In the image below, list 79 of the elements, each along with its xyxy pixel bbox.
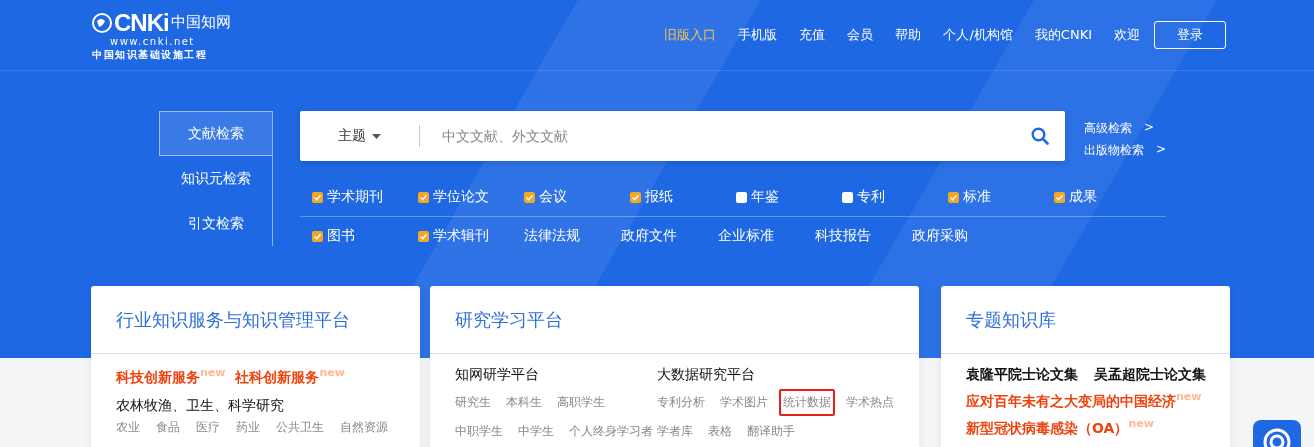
category-link[interactable]: 自然资源 bbox=[340, 418, 388, 436]
check-icon bbox=[1055, 192, 1064, 202]
category-link[interactable]: 食品 bbox=[156, 418, 180, 436]
nav-link[interactable]: 帮助 bbox=[895, 26, 922, 44]
category-heading: 农林牧渔、卫生、科学研究 bbox=[116, 396, 285, 415]
category-link[interactable]: 农业 bbox=[116, 418, 140, 436]
platform-link[interactable]: 表格 bbox=[704, 418, 736, 445]
resource-checkbox[interactable]: 成果 bbox=[1054, 188, 1160, 206]
search-link[interactable]: 高级检索 > bbox=[1084, 120, 1167, 137]
check-icon bbox=[949, 192, 958, 202]
resource-checkbox[interactable]: 学术期刊 bbox=[312, 188, 418, 206]
platform-heading: 知网研学平台 bbox=[455, 366, 540, 384]
collection-link[interactable]: 吴孟超院士论文集 bbox=[1094, 366, 1206, 384]
platform-link[interactable]: 本科生 bbox=[502, 389, 546, 416]
resource-checkbox[interactable]: 会议 bbox=[524, 188, 630, 206]
check-icon bbox=[419, 192, 428, 202]
logo-url: www.cnki.net bbox=[110, 35, 196, 48]
search-tab[interactable]: 知识元检索 bbox=[159, 156, 272, 201]
caret-icon bbox=[372, 133, 381, 139]
check-icon bbox=[525, 192, 534, 202]
check-icon bbox=[313, 192, 322, 202]
service-link[interactable]: 科技创新服务$^{new}$ bbox=[116, 366, 226, 387]
platform-link[interactable]: 研究生 bbox=[451, 389, 495, 416]
platform-heading: 大数据研究平台 bbox=[657, 366, 756, 384]
nav-link[interactable]: 我的CNKI bbox=[1034, 26, 1092, 44]
nav-link[interactable]: 会员 bbox=[847, 26, 874, 44]
topic-link[interactable]: 应对百年未有之大变局的中国经济$^{new}$ bbox=[966, 390, 1205, 411]
card-title: 专题知识库 bbox=[966, 307, 1056, 332]
search-tab[interactable]: 文献检索 bbox=[159, 111, 272, 156]
resource-checkbox[interactable]: 学位论文 bbox=[418, 188, 524, 206]
card-title: 研究学习平台 bbox=[455, 307, 563, 332]
resource-link[interactable]: 企业标准 bbox=[718, 227, 815, 245]
resource-checkbox[interactable]: 报纸 bbox=[630, 188, 736, 206]
logo-mark: CNKi bbox=[114, 9, 169, 36]
service-link[interactable]: 社科创新服务$^{new}$ bbox=[235, 366, 345, 387]
search-field[interactable]: 主题 中文文献、外文文献 bbox=[300, 111, 1065, 161]
check-icon bbox=[419, 231, 428, 241]
field-dropdown[interactable]: 主题 bbox=[300, 126, 419, 146]
platform-link[interactable]: 学术热点 bbox=[842, 389, 898, 416]
nav-link[interactable]: 个人/机构馆 bbox=[943, 26, 1013, 44]
welcome-text: 欢迎 bbox=[1114, 26, 1140, 44]
collection-link[interactable]: 袁隆平院士论文集 bbox=[966, 366, 1078, 384]
resource-checkbox[interactable]: 图书 bbox=[312, 227, 418, 245]
resource-link[interactable]: 政府采购 bbox=[912, 227, 1009, 245]
new-label: new bbox=[200, 366, 226, 379]
logo-tagline: 中国知识基础设施工程 bbox=[92, 47, 208, 61]
search-icon bbox=[1031, 127, 1049, 145]
platform-link[interactable]: 专利分析 bbox=[653, 389, 709, 416]
nav-link[interactable]: 旧版入口 bbox=[664, 26, 717, 44]
category-link[interactable]: 公共卫生 bbox=[276, 418, 324, 436]
resource-link[interactable]: 科技报告 bbox=[815, 227, 912, 245]
platform-link[interactable]: 统计数据 bbox=[779, 389, 835, 416]
resource-link[interactable]: 法律法规 bbox=[524, 227, 621, 245]
new-label: new bbox=[1128, 416, 1154, 430]
topic-link[interactable]: 新型冠状病毒感染（OA）$^{new}$ bbox=[966, 416, 1205, 438]
globe-icon bbox=[92, 12, 112, 33]
platform-link[interactable]: 翻译助手 bbox=[743, 418, 799, 445]
check-icon bbox=[313, 231, 322, 241]
card-title: 行业知识服务与知识管理平台 bbox=[116, 307, 350, 332]
search-link[interactable]: 出版物检索 > bbox=[1084, 142, 1167, 159]
login-button[interactable]: 登录 bbox=[1154, 21, 1226, 49]
logo-name: 中国知网 bbox=[170, 13, 231, 32]
resource-checkbox[interactable]: 专利 bbox=[842, 188, 948, 206]
resource-checkbox[interactable]: 年鉴 bbox=[736, 188, 842, 206]
category-link[interactable]: 医疗 bbox=[196, 418, 220, 436]
resource-checkbox[interactable]: 学术辑刊 bbox=[418, 227, 524, 245]
platform-link[interactable]: 中学生 bbox=[514, 418, 558, 445]
platform-link[interactable]: 中职学生 bbox=[451, 418, 507, 445]
platform-link[interactable]: 高职学生 bbox=[553, 389, 609, 416]
nav-link[interactable]: 充值 bbox=[799, 26, 826, 44]
nav-link[interactable]: 手机版 bbox=[738, 26, 778, 44]
platform-link[interactable]: 学术图片 bbox=[716, 389, 772, 416]
new-label: new bbox=[1176, 390, 1202, 403]
resource-link[interactable]: 政府文件 bbox=[621, 227, 718, 245]
category-link[interactable]: 药业 bbox=[236, 418, 260, 436]
check-icon bbox=[631, 192, 640, 202]
new-label: new bbox=[319, 366, 345, 379]
resource-checkbox[interactable]: 标准 bbox=[948, 188, 1054, 206]
search-tab[interactable]: 引文检索 bbox=[159, 201, 272, 246]
